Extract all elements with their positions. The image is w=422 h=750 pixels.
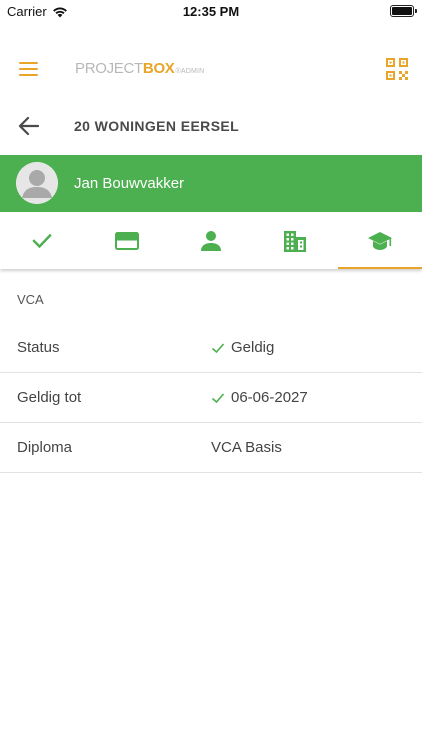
row-value-text: 06-06-2027: [231, 389, 308, 406]
logo-text-admin: ®ADMIN: [175, 68, 205, 75]
arrow-left-icon: [18, 116, 40, 136]
page-title: 20 WONINGEN EERSEL: [74, 118, 240, 134]
row-value-text: VCA Basis: [211, 439, 282, 456]
row-value-text: Geldig: [231, 339, 275, 356]
person-placeholder-icon: [16, 162, 58, 204]
detail-row-diploma: Diploma VCA Basis: [0, 423, 422, 473]
status-bar: Carrier 12:35 PM: [0, 0, 422, 24]
logo-text-project: PROJECT: [75, 60, 143, 77]
qr-code-icon: [386, 58, 408, 80]
person-icon: [201, 230, 222, 251]
tab-bar: [0, 212, 422, 269]
tab-building[interactable]: [253, 212, 337, 269]
detail-list: Status Geldig Geldig tot 06-06-2027 Dipl…: [0, 323, 422, 473]
row-label: Geldig tot: [17, 389, 82, 406]
user-name: Jan Bouwvakker: [74, 175, 185, 192]
hamburger-icon-line: [19, 74, 38, 76]
back-button[interactable]: [18, 116, 40, 136]
avatar: [16, 162, 58, 204]
app-bar: PROJECT BOX ®ADMIN: [0, 46, 422, 94]
projectbox-logo: PROJECT BOX ®ADMIN: [75, 60, 204, 80]
section-title: VCA: [17, 292, 44, 307]
tab-person[interactable]: [169, 212, 253, 269]
row-value: VCA Basis: [211, 439, 282, 456]
detail-row-status: Status Geldig: [0, 323, 422, 373]
row-value: 06-06-2027: [211, 389, 308, 406]
user-banner: Jan Bouwvakker: [0, 155, 422, 212]
check-icon: [211, 392, 225, 403]
card-icon: [114, 231, 139, 250]
hamburger-icon-line: [19, 68, 38, 70]
title-row: 20 WONINGEN EERSEL: [0, 104, 422, 148]
menu-button[interactable]: [19, 62, 38, 77]
tab-checks[interactable]: [0, 212, 84, 269]
status-time: 12:35 PM: [182, 4, 240, 19]
battery-icon: [390, 5, 417, 17]
row-label: Status: [17, 339, 60, 356]
building-icon: [284, 230, 307, 252]
hamburger-icon: [19, 62, 38, 64]
check-icon: [211, 342, 225, 353]
row-label: Diploma: [17, 439, 73, 456]
detail-row-valid-until: Geldig tot 06-06-2027: [0, 373, 422, 423]
row-value: Geldig: [211, 339, 274, 356]
qr-code-button[interactable]: [386, 58, 408, 80]
logo-text-box: BOX: [142, 60, 175, 77]
graduation-cap-icon: [367, 231, 392, 250]
tab-card[interactable]: [84, 212, 168, 269]
tab-education[interactable]: [337, 212, 422, 269]
check-icon: [32, 233, 52, 248]
